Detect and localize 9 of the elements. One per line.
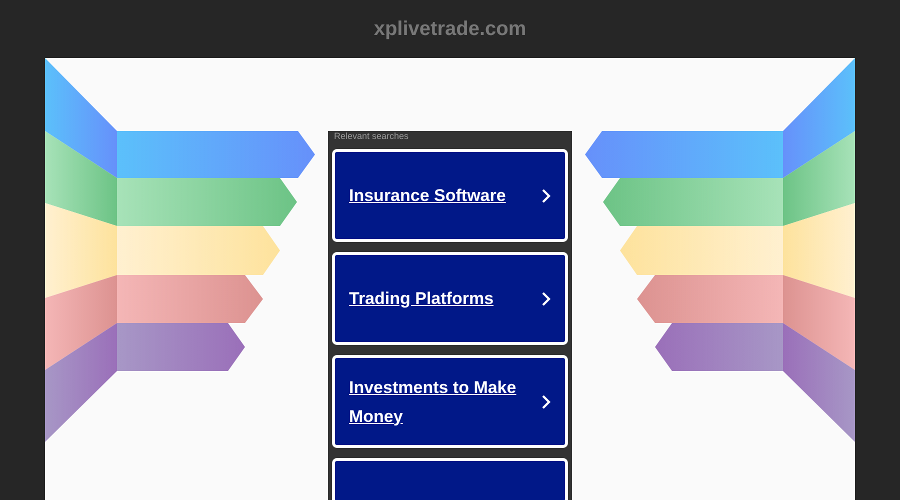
chevron-right-icon — [541, 188, 551, 204]
search-link[interactable]: Investments to Make Money — [332, 355, 568, 448]
chevron-right-icon — [541, 290, 551, 306]
domain-title: xplivetrade.com — [374, 18, 526, 40]
chevron-right-icon — [541, 394, 551, 410]
section-heading: Relevant searches — [333, 131, 410, 141]
search-link[interactable]: Trading Platforms — [332, 252, 568, 345]
search-link[interactable]: Insurance Software — [332, 149, 568, 242]
link-card[interactable] — [332, 458, 568, 500]
